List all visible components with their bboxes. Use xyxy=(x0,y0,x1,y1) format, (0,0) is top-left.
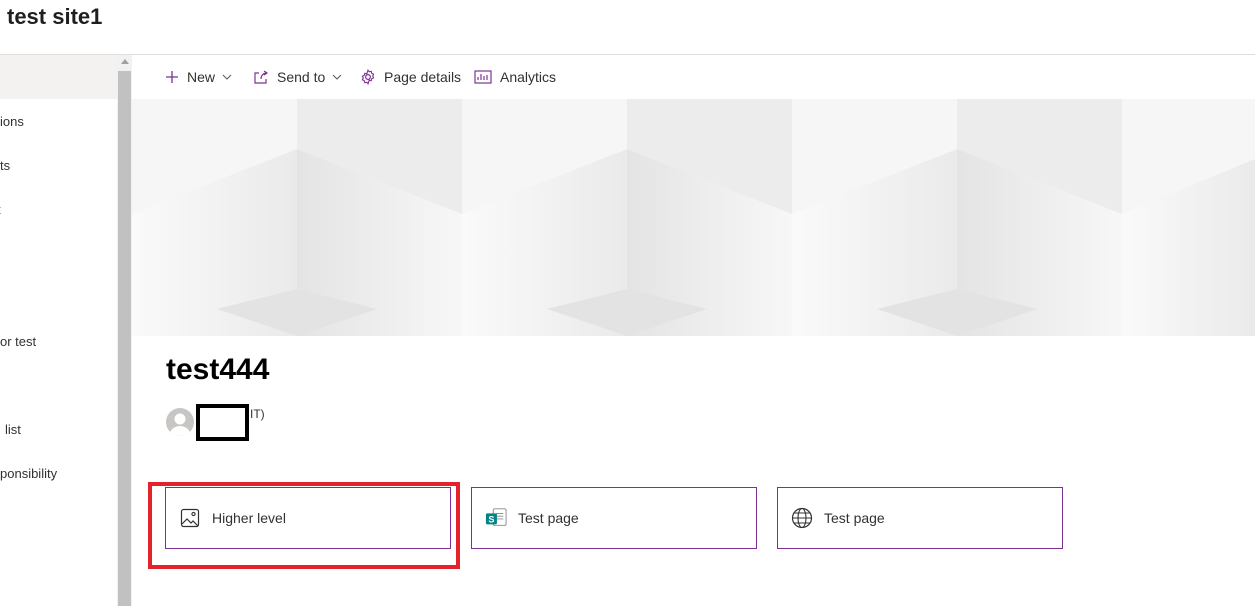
sharepoint-icon: S xyxy=(485,507,507,529)
quicklink-test-page-web[interactable]: Test page xyxy=(777,487,1063,549)
nav-item[interactable]: ts xyxy=(0,158,10,173)
analytics-label: Analytics xyxy=(500,69,557,85)
image-icon xyxy=(179,507,201,529)
chevron-down-icon xyxy=(332,74,342,80)
site-title[interactable]: test site1 xyxy=(7,4,102,30)
nav-scrollbar[interactable] xyxy=(117,55,132,606)
left-navigation: ions ts t or test list ponsibility xyxy=(0,55,117,606)
chevron-down-icon xyxy=(222,74,232,80)
scroll-up-arrow-icon[interactable] xyxy=(121,59,129,64)
svg-text:S: S xyxy=(488,515,494,525)
page-details-button[interactable]: Page details xyxy=(360,68,461,86)
page-title: test444 xyxy=(166,353,270,386)
nav-item[interactable]: or test xyxy=(0,334,36,349)
scroll-thumb[interactable] xyxy=(118,71,131,606)
site-header: test site1 xyxy=(0,0,1255,55)
page-content: test444 IT) Higher level S Test page Tes… xyxy=(145,336,1255,606)
quicklink-label: Test page xyxy=(824,510,885,526)
new-label: New xyxy=(187,69,216,85)
quicklink-higher-level[interactable]: Higher level xyxy=(165,487,451,549)
analytics-icon xyxy=(474,70,492,84)
quicklink-label: Test page xyxy=(518,510,579,526)
send-to-button[interactable]: Send to xyxy=(253,68,342,86)
new-button[interactable]: New xyxy=(165,68,232,86)
nav-item[interactable]: ponsibility xyxy=(0,466,57,481)
nav-item[interactable]: t xyxy=(0,202,1,217)
gear-icon xyxy=(361,69,375,85)
command-bar: New Send to Page details Analytics xyxy=(132,55,1255,99)
nav-item[interactable]: ions xyxy=(0,114,24,129)
page-details-label: Page details xyxy=(384,69,462,85)
globe-icon xyxy=(791,507,813,529)
send-to-label: Send to xyxy=(277,69,326,85)
author-avatar-icon[interactable] xyxy=(166,408,194,436)
analytics-button[interactable]: Analytics xyxy=(474,68,556,86)
quicklink-label: Higher level xyxy=(212,510,286,526)
banner-pattern xyxy=(132,99,1255,336)
author-name-redacted xyxy=(196,404,249,441)
page-banner-image xyxy=(132,99,1255,336)
nav-item-selected[interactable] xyxy=(0,55,117,99)
nav-item[interactable]: list xyxy=(5,422,21,437)
author-name-suffix: IT) xyxy=(250,407,265,421)
share-icon xyxy=(254,70,269,84)
quicklink-test-page-sharepoint[interactable]: S Test page xyxy=(471,487,757,549)
plus-icon xyxy=(166,71,178,83)
